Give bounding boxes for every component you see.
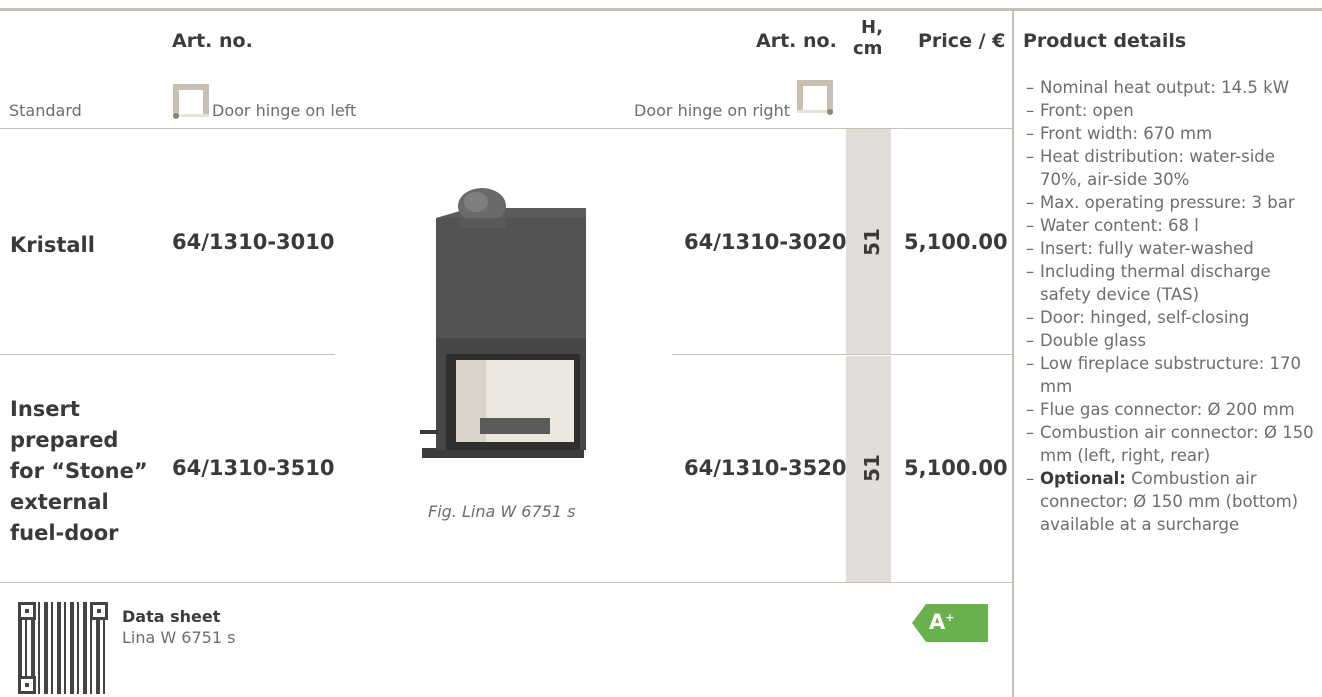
door-hinge-left-icon — [173, 84, 209, 120]
product-detail-item: Combustion air connector: Ø 150 mm (left… — [1026, 421, 1322, 467]
product-detail-item: Nominal heat output: 14.5 kW — [1026, 76, 1322, 99]
art-no-right-header: Art. no. — [756, 30, 837, 52]
data-sheet-name[interactable]: Lina W 6751 s — [122, 628, 235, 647]
energy-class-plus: + — [945, 611, 955, 624]
row1-art-right: 64/1310-3020 — [684, 230, 847, 254]
product-detail-text: Front: open — [1040, 101, 1134, 120]
qr-finder-pattern — [18, 676, 36, 694]
product-detail-text: Front width: 670 mm — [1040, 124, 1213, 143]
standard-label: Standard — [9, 101, 82, 120]
product-detail-text: Low fireplace substructure: 170 mm — [1040, 354, 1302, 396]
height-header-line1: H, — [861, 17, 883, 38]
row2-art-right: 64/1310-3520 — [684, 456, 847, 480]
row2-name-line: for “Stone” — [10, 459, 148, 483]
details-column-divider — [1012, 11, 1014, 697]
door-hinge-right-icon — [797, 80, 833, 116]
product-detail-item: Front: open — [1026, 99, 1322, 122]
product-detail-text: Nominal heat output: 14.5 kW — [1040, 78, 1290, 97]
row1-name: Kristall — [10, 230, 95, 261]
product-detail-item: Including thermal discharge safety devic… — [1026, 260, 1322, 306]
product-detail-item: Front width: 670 mm — [1026, 122, 1322, 145]
product-detail-strong: Optional: — [1040, 469, 1126, 488]
price-header: Price / € — [918, 30, 1006, 52]
product-detail-item: Max. operating pressure: 3 bar — [1026, 191, 1322, 214]
row1-art-left: 64/1310-3010 — [172, 230, 335, 254]
product-detail-text: Flue gas connector: Ø 200 mm — [1040, 400, 1295, 419]
row-divider-top — [0, 128, 1012, 129]
product-detail-item: Double glass — [1026, 329, 1322, 352]
figure-caption: Fig. Lina W 6751 s — [428, 502, 576, 521]
product-detail-item: Insert: fully water-washed — [1026, 237, 1322, 260]
door-hinge-left-label: Door hinge on left — [212, 101, 357, 120]
row1-height: 51 — [859, 228, 884, 256]
product-detail-text: Heat distribution: water-side 70%, air-s… — [1040, 147, 1275, 189]
row-divider-middle-right — [672, 354, 1012, 355]
door-hinge-right-label: Door hinge on right — [634, 101, 790, 120]
product-details-header: Product details — [1023, 30, 1187, 52]
qr-finder-pattern — [90, 602, 108, 620]
row2-name-line: prepared — [10, 428, 119, 452]
product-detail-text: Max. operating pressure: 3 bar — [1040, 193, 1295, 212]
height-header-line2: cm — [853, 38, 883, 59]
row1-name-line: Kristall — [10, 233, 95, 257]
row-divider-bottom — [0, 582, 1012, 583]
product-detail-text: Combustion air connector: Ø 150 mm (left… — [1040, 423, 1314, 465]
data-sheet-title: Data sheet — [122, 607, 221, 626]
qr-finder-pattern — [18, 602, 36, 620]
product-detail-text: Door: hinged, self-closing — [1040, 308, 1250, 327]
product-detail-item: Optional: Combustion air connector: Ø 15… — [1026, 467, 1322, 536]
row2-name-line: external — [10, 490, 109, 514]
energy-class-label: A+ — [929, 610, 954, 634]
row2-price: 5,100.00 — [904, 456, 1008, 480]
energy-class-letter: A — [929, 610, 946, 634]
row2-name-line: fuel-door — [10, 521, 119, 545]
product-detail-item: Flue gas connector: Ø 200 mm — [1026, 398, 1322, 421]
row2-name-line: Insert — [10, 397, 80, 421]
top-rule — [0, 8, 1322, 11]
product-detail-item: Low fireplace substructure: 170 mm — [1026, 352, 1322, 398]
product-details-list: Nominal heat output: 14.5 kW Front: open F… — [1026, 76, 1322, 536]
art-no-left-header: Art. no. — [172, 30, 253, 52]
product-detail-text: Including thermal discharge safety devic… — [1040, 262, 1271, 304]
row2-art-left: 64/1310-3510 — [172, 456, 335, 480]
product-detail-item: Water content: 68 l — [1026, 214, 1322, 237]
row1-price: 5,100.00 — [904, 230, 1008, 254]
row2-height: 51 — [859, 454, 884, 482]
qr-code[interactable] — [18, 602, 108, 694]
product-detail-text: Insert: fully water-washed — [1040, 239, 1254, 258]
row-divider-middle-left — [0, 354, 335, 355]
row2-name: Insert prepared for “Stone” external fue… — [10, 394, 148, 549]
product-detail-item: Door: hinged, self-closing — [1026, 306, 1322, 329]
product-detail-text: Water content: 68 l — [1040, 216, 1199, 235]
product-detail-text: Double glass — [1040, 331, 1147, 350]
fireplace-insert-image — [420, 188, 586, 458]
product-detail-item: Heat distribution: water-side 70%, air-s… — [1026, 145, 1322, 191]
